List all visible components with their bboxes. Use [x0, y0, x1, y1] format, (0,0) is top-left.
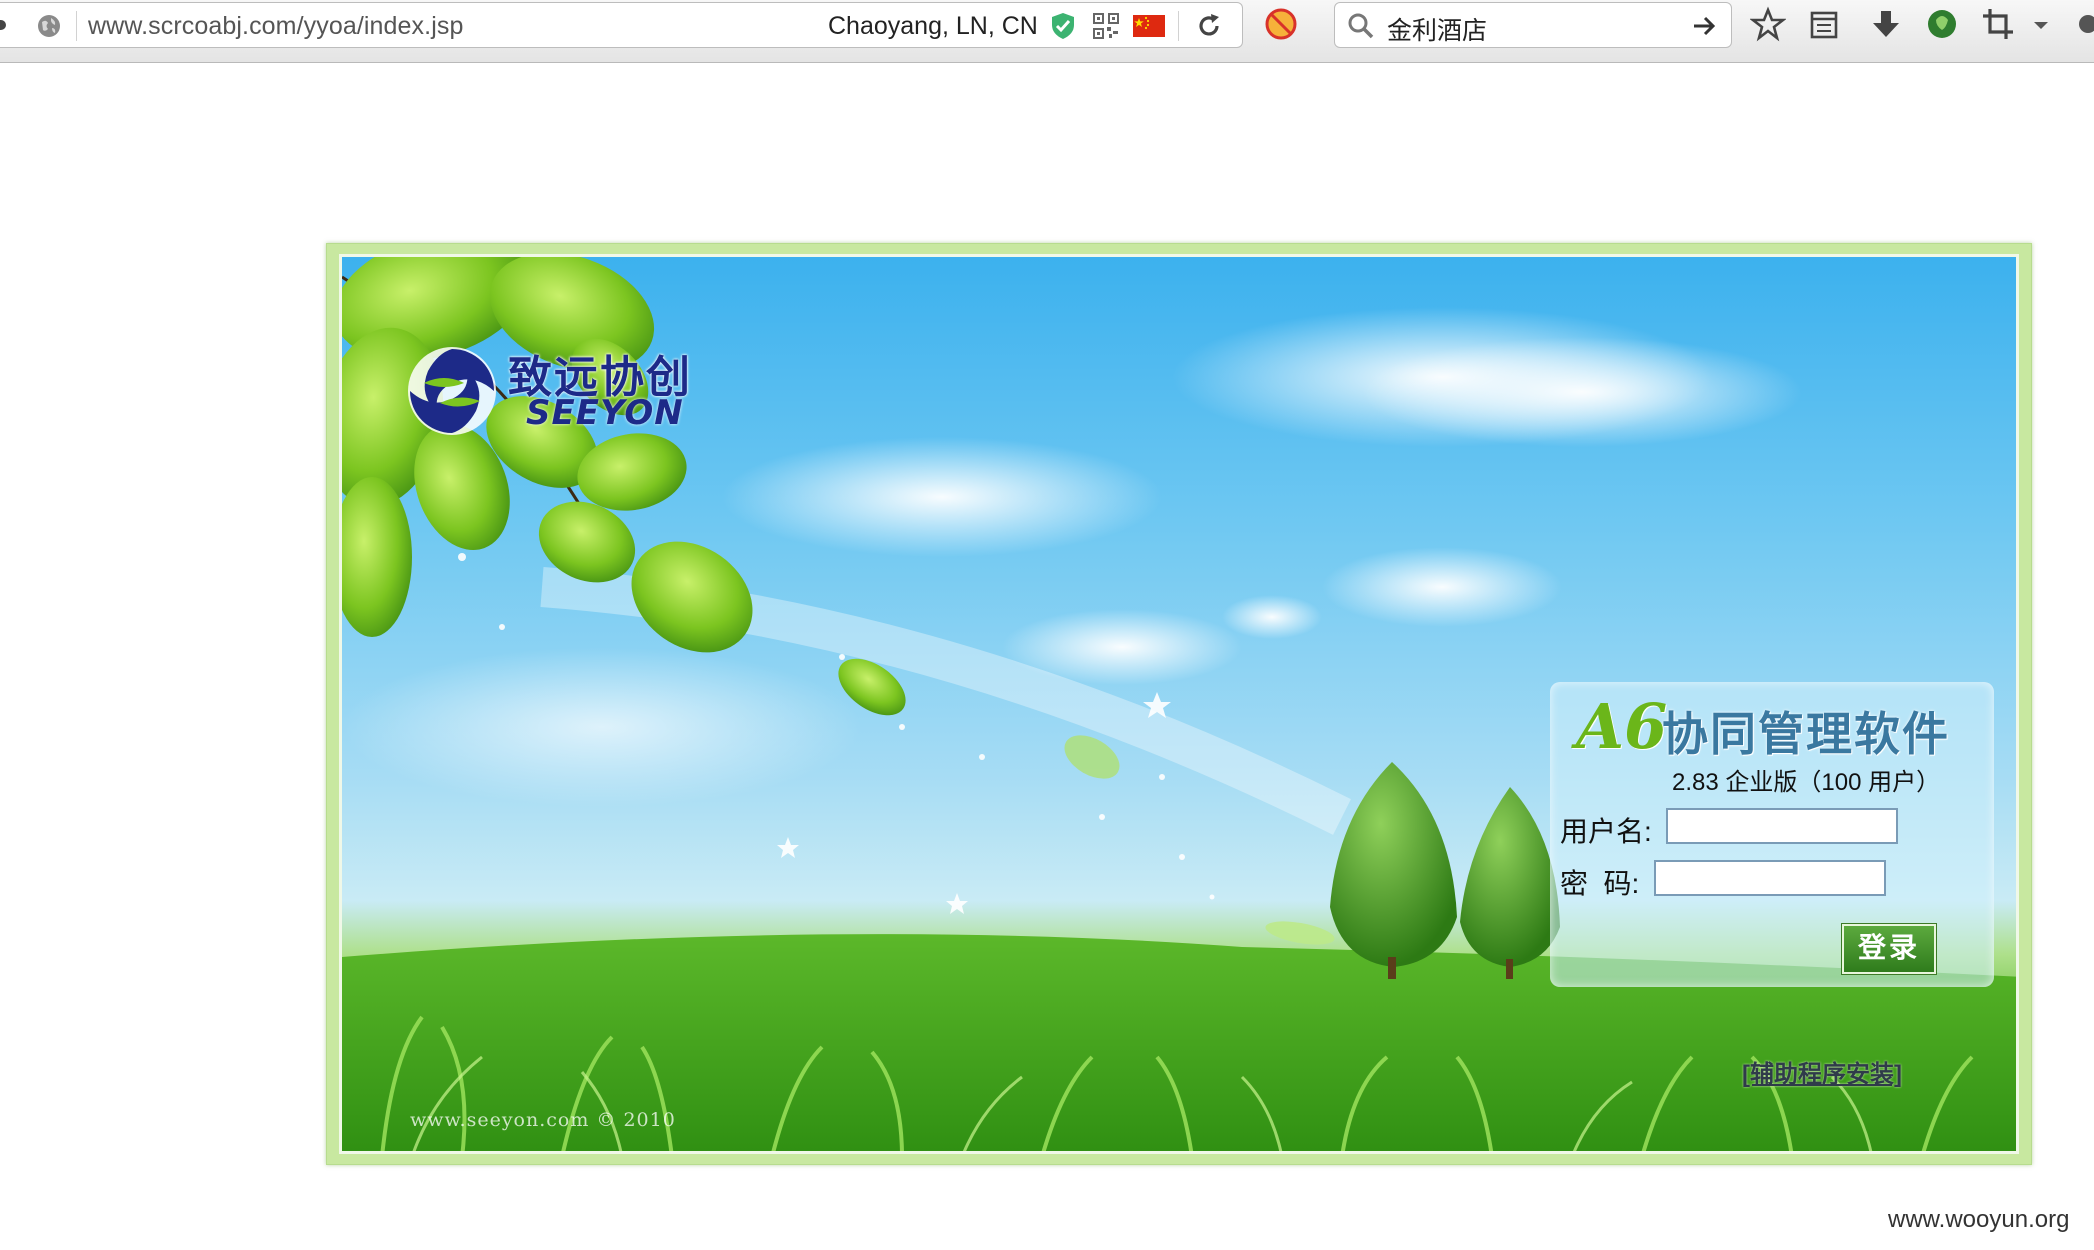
bookmark-star-icon[interactable]: [1750, 6, 1786, 42]
search-icon: [1348, 13, 1374, 39]
login-panel: A6 协同管理软件 2.83 企业版（100 用户） 用户名: 密 码: 登录: [1550, 682, 1994, 987]
url-separator: [1178, 11, 1179, 41]
tree-left: [1330, 762, 1457, 979]
go-arrow-icon[interactable]: [1689, 11, 1719, 41]
china-flag-icon[interactable]: [1133, 15, 1165, 37]
seeyon-logo-icon: [408, 347, 496, 435]
username-input[interactable]: [1666, 808, 1898, 844]
password-label: 密 码:: [1560, 868, 1640, 899]
product-version: 2.83 企业版（100 用户）: [1672, 769, 1941, 796]
login-frame: 致远协创 SEEYON A6 协同管理软件 2.83 企业版（100 用户） 用…: [326, 243, 2032, 1165]
reload-icon[interactable]: [1194, 11, 1224, 41]
dropdown-icon[interactable]: [2030, 6, 2052, 42]
url-separator: [76, 11, 77, 41]
login-button[interactable]: 登录: [1842, 924, 1936, 974]
extension-icon-partial[interactable]: [2072, 6, 2094, 42]
extension-icon[interactable]: [1924, 6, 1960, 42]
url-text[interactable]: www.scrcoabj.com/yyoa/index.jsp: [88, 12, 463, 41]
logo-english-text: SEEYON: [526, 393, 684, 433]
crop-icon[interactable]: [1980, 6, 2016, 42]
globe-icon: [38, 15, 60, 37]
search-input[interactable]: 金利酒店: [1387, 11, 1487, 47]
download-icon[interactable]: [1868, 6, 1904, 42]
copyright-text: www.seeyon.com © 2010: [410, 1109, 676, 1131]
search-bar[interactable]: 金利酒店: [1334, 2, 1732, 48]
product-mark: A6: [1576, 690, 1668, 763]
product-title: 协同管理软件: [1662, 707, 1950, 761]
seeyon-logo: 致远协创 SEEYON: [404, 343, 694, 443]
address-bar[interactable]: www.scrcoabj.com/yyoa/index.jsp Chaoyang…: [0, 2, 1243, 48]
login-scene: 致远协创 SEEYON A6 协同管理软件 2.83 企业版（100 用户） 用…: [339, 254, 2019, 1154]
shield-icon[interactable]: [1050, 12, 1076, 40]
password-input[interactable]: [1654, 860, 1886, 896]
tree-right: [1460, 787, 1560, 979]
browser-toolbar: www.scrcoabj.com/yyoa/index.jsp Chaoyang…: [0, 0, 2094, 63]
wooyun-watermark: www.wooyun.org: [1888, 1206, 2070, 1233]
adblock-icon[interactable]: [1264, 7, 1298, 41]
reading-list-icon[interactable]: [1806, 6, 1842, 42]
geo-location-label: Chaoyang, LN, CN: [828, 12, 1038, 40]
back-button-stub[interactable]: [0, 20, 6, 30]
username-label: 用户名:: [1560, 816, 1652, 847]
qr-code-icon[interactable]: [1093, 13, 1119, 39]
helper-install-link[interactable]: [辅助程序安装]: [1742, 1054, 1902, 1089]
